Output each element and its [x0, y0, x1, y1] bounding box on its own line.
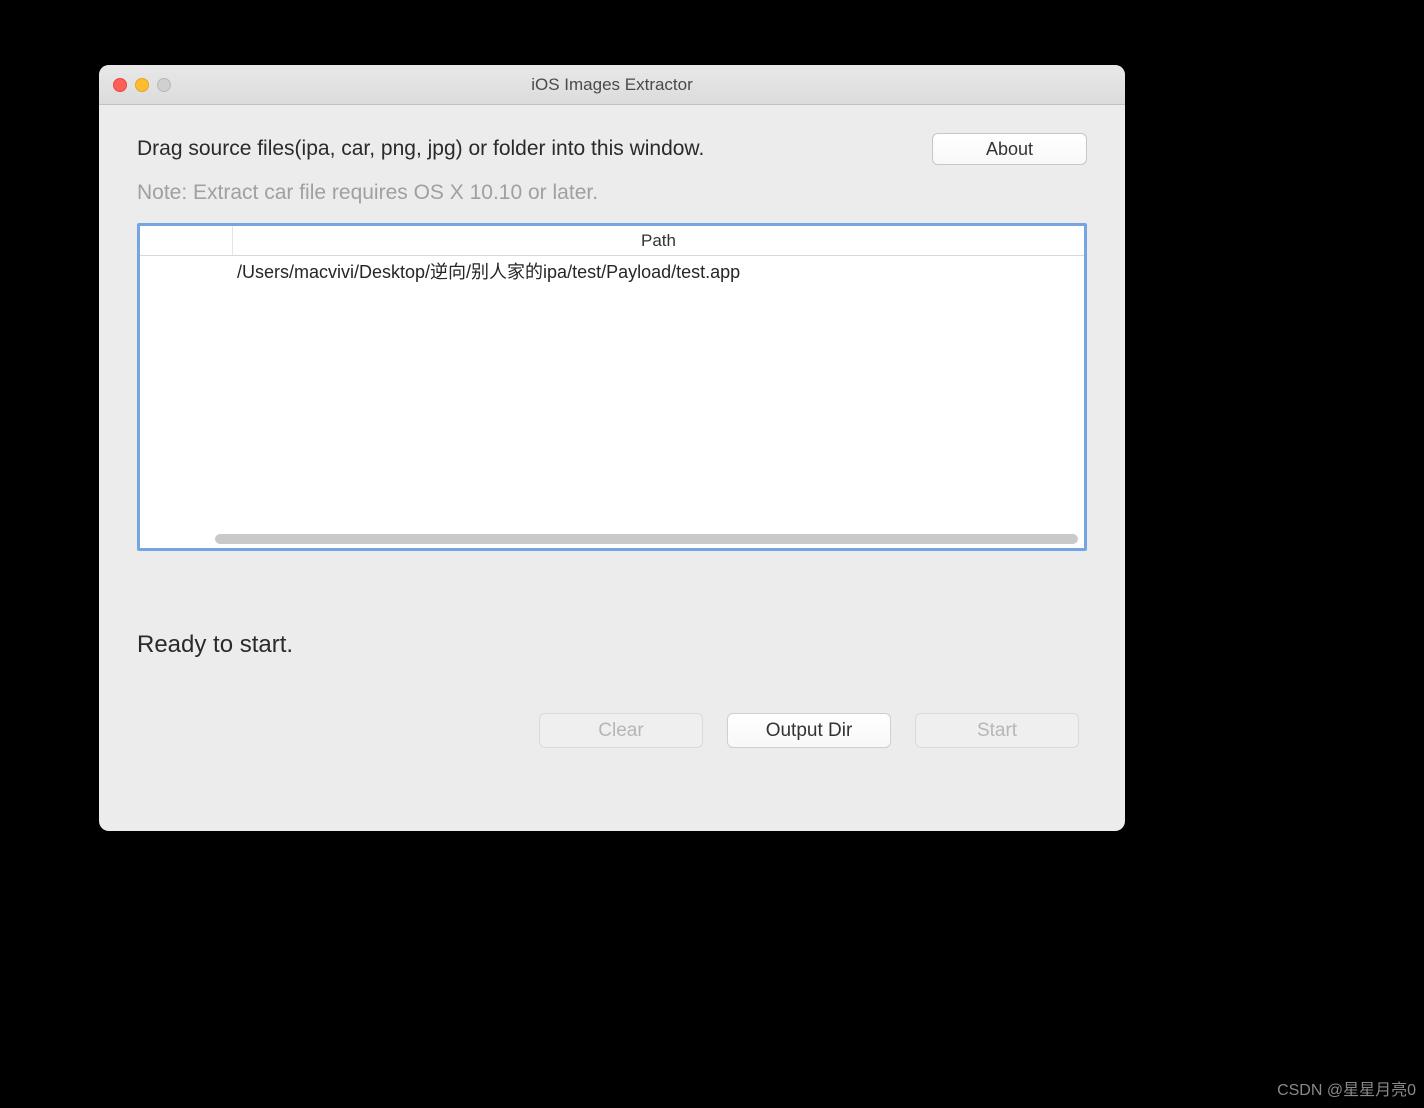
table-body: /Users/macvivi/Desktop/逆向/别人家的ipa/test/P… — [140, 256, 1084, 530]
titlebar: iOS Images Extractor — [99, 65, 1125, 105]
window-content: Drag source files(ipa, car, png, jpg) or… — [99, 105, 1125, 772]
traffic-lights — [99, 78, 171, 92]
status-text: Ready to start. — [137, 631, 1087, 659]
close-button[interactable] — [113, 78, 127, 92]
output-dir-button[interactable]: Output Dir — [727, 713, 891, 748]
window-title: iOS Images Extractor — [99, 75, 1125, 95]
app-window: iOS Images Extractor Drag source files(i… — [99, 65, 1125, 831]
about-button[interactable]: About — [932, 133, 1087, 165]
note-text: Note: Extract car file requires OS X 10.… — [137, 181, 1087, 205]
file-drop-table[interactable]: Path /Users/macvivi/Desktop/逆向/别人家的ipa/t… — [137, 223, 1087, 551]
table-row[interactable]: /Users/macvivi/Desktop/逆向/别人家的ipa/test/P… — [140, 256, 1084, 286]
start-button: Start — [915, 713, 1079, 748]
table-column-icon — [140, 226, 233, 255]
row-path-cell: /Users/macvivi/Desktop/逆向/别人家的ipa/test/P… — [233, 258, 1084, 284]
instruction-text: Drag source files(ipa, car, png, jpg) or… — [137, 137, 704, 161]
header-row: Drag source files(ipa, car, png, jpg) or… — [137, 133, 1087, 165]
watermark: CSDN @星星月亮0 — [1277, 1076, 1416, 1100]
clear-button: Clear — [539, 713, 703, 748]
minimize-button[interactable] — [135, 78, 149, 92]
table-column-path[interactable]: Path — [233, 226, 1084, 255]
table-header: Path — [140, 226, 1084, 256]
maximize-button — [157, 78, 171, 92]
horizontal-scrollbar[interactable] — [215, 534, 1078, 544]
button-row: Clear Output Dir Start — [137, 713, 1087, 748]
